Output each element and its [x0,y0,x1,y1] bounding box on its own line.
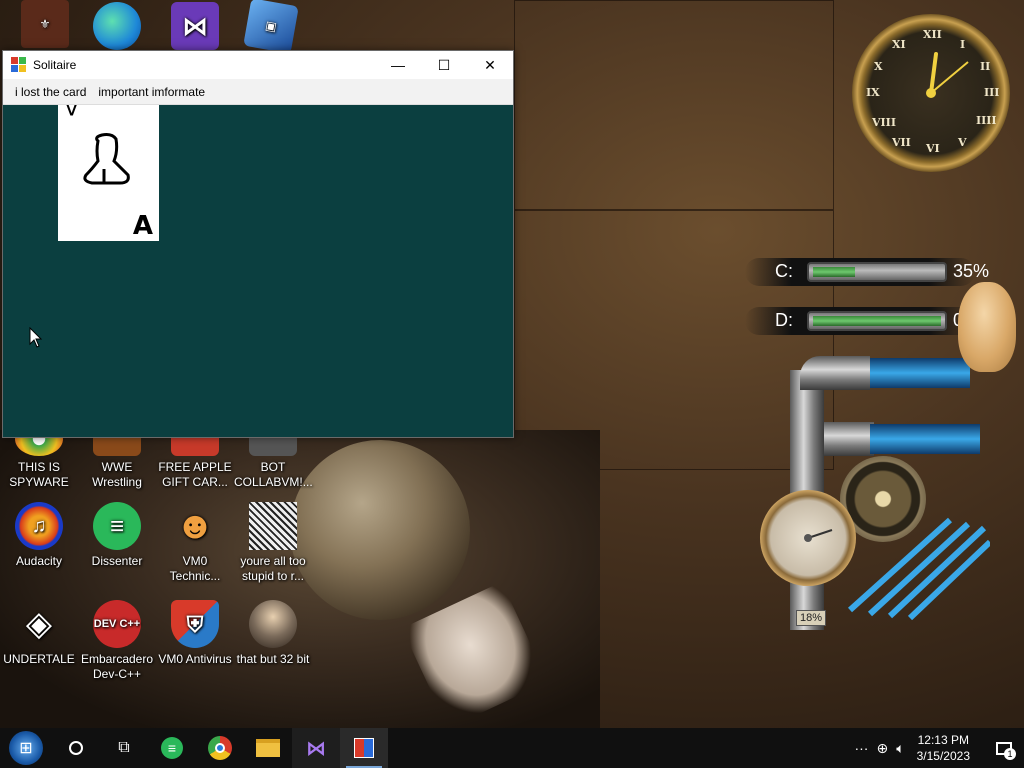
portrait-icon [249,600,297,648]
clock-hands-icon [926,52,969,98]
card-rank-bottom: A [132,211,153,241]
drive-usage-fill [813,316,941,326]
drive-usage-tube [807,262,947,282]
pipe-decoration [824,422,874,456]
search-circle-button[interactable] [52,728,100,768]
game-area[interactable]: A A [3,105,513,437]
network-globe-icon[interactable]: ⊕ [876,740,888,757]
solitaire-app-icon [354,738,374,758]
pipe-decoration [800,356,870,390]
taskbar-time: 12:13 PM [917,733,969,747]
windows-logo-icon: ⊞ [9,731,43,765]
drive-usage-percent: 35% [953,261,990,281]
desktop-icon-undertale[interactable]: ◈ UNDERTALE [0,600,78,667]
overflow-icon[interactable]: ··· [854,740,868,756]
taskbar: ⊞ ⧉ ≡ ⋈ ··· ⊕ 🔈︎ 12:13 PM 3/15/2023 1 [0,728,1024,768]
taskbar-date: 3/15/2023 [916,749,970,763]
visual-studio-icon: ⋈ [306,737,326,760]
blue-tubes-icon [847,517,993,621]
wallpaper-sphere [290,440,470,620]
desktop-icon-vm0-antivirus[interactable]: ⛨ VM0 Antivirus [156,600,234,667]
shield-icon: ⛨ [171,600,219,648]
system-tray: ··· ⊕ 🔈︎ 12:13 PM 3/15/2023 1 [850,728,1024,768]
taskbar-clock[interactable]: 12:13 PM 3/15/2023 [917,732,970,764]
desktop-icon-vm0-technic[interactable]: ☻ VM0 Technic... [156,502,234,584]
search-circle-icon [69,741,83,755]
menu-item-important-imformate[interactable]: important imformate [92,85,211,99]
desktop-icon-edge[interactable] [78,2,156,54]
window-title: Solitaire [33,58,77,72]
dissenter-icon: ≡ [161,737,183,759]
close-button[interactable]: ✕ [467,51,513,79]
drive-usage-fill [813,267,855,277]
blue-tubes-decoration [840,510,993,621]
desktop-icon-visual-studio[interactable]: ⋈ [156,2,234,54]
drive-usage-tube [807,311,947,331]
desktop-icon-label: WWE Wrestling [92,460,142,489]
minimize-button[interactable]: — [375,51,421,79]
edge-icon [93,2,141,50]
window-menubar: i lost the card important imformate [3,79,513,105]
desktop-icon-label: Audacity [15,554,63,568]
dev-cpp-icon: DEV C++ [93,600,141,648]
drive-gauge-c: C: 35% [745,258,989,286]
task-view-button[interactable]: ⧉ [100,728,148,768]
clock-widget: XII I II III IIII V VI VII VIII IX X XI [852,14,1010,172]
desktop-icon-label: VM0 Technic... [169,554,221,583]
visual-studio-taskbar-button[interactable]: ⋈ [292,728,340,768]
desktop-icon-label: youre all too stupid to r... [240,554,306,583]
desktop-icon-dissenter[interactable]: ≡ Dissenter [78,502,156,569]
desktop-icon-label: BOT COLLABVM!... [234,460,313,489]
volume-icon[interactable]: 🔈︎ [896,740,904,757]
desktop-icon-label: THIS IS SPYWARE [9,460,69,489]
desktop-icon-label: VM0 Antivirus [158,652,232,666]
playing-card[interactable]: A A [58,105,159,241]
gauge-percent: 18% [796,610,827,626]
desktop-icon-audacity[interactable]: ♫ Audacity [0,502,78,569]
solitaire-window[interactable]: Solitaire — ☐ ✕ i lost the card importan… [2,50,514,438]
desktop-icon-label: that but 32 bit [236,652,310,666]
desktop-icon-label: FREE APPLE GIFT CAR... [158,460,232,489]
mouse-cursor-icon [29,327,43,348]
maximize-button[interactable]: ☐ [421,51,467,79]
app-icon: ⚜ [21,0,69,48]
solitaire-taskbar-button[interactable] [340,728,388,768]
desktop-icon-label: Dissenter [91,554,143,568]
dissenter-taskbar-button[interactable]: ≡ [148,728,196,768]
desktop-icon-virtualbox[interactable]: ▣ [232,0,310,54]
meter-bar [870,358,970,388]
virtualbox-icon: ▣ [243,0,299,54]
desktop-icon-label: UNDERTALE [3,652,75,666]
desktop-icon-youre-all-too-stupid[interactable]: youre all too stupid to r... [234,502,312,584]
start-button[interactable]: ⊞ [0,728,52,768]
portrait-icon [249,502,297,550]
audacity-icon: ♫ [15,502,63,550]
notification-center-button[interactable]: 1 [984,728,1024,768]
menu-item-i-lost-the-card[interactable]: i lost the card [9,85,92,99]
drive-gauge-d: D: 0 [745,307,975,335]
unity-icon: ◈ [25,604,53,643]
hamster-icon [958,282,1016,372]
folder-icon [256,739,280,757]
desktop-icon-label: Embarcadero Dev-C++ [80,652,154,681]
drive-letter: D: [775,310,793,330]
desktop-icon-app[interactable]: ⚜ [6,0,84,52]
chrome-icon [208,736,232,760]
person-icon: ☻ [175,504,215,547]
desktop-icon-that-but-32-bit[interactable]: that but 32 bit [234,600,312,667]
window-titlebar[interactable]: Solitaire — ☐ ✕ [3,51,513,79]
solitaire-app-icon [11,57,27,73]
file-explorer-taskbar-button[interactable] [244,728,292,768]
dissenter-icon: ≡ [93,502,141,550]
task-view-icon: ⧉ [118,739,130,756]
chrome-taskbar-button[interactable] [196,728,244,768]
notification-count-badge: 1 [1004,748,1016,760]
desktop-icon-dev-cpp[interactable]: DEV C++ Embarcadero Dev-C++ [78,600,156,682]
visual-studio-icon: ⋈ [171,2,219,50]
wallpaper-panel [514,0,834,210]
meter-bar [870,424,980,454]
drive-letter: C: [775,261,793,281]
